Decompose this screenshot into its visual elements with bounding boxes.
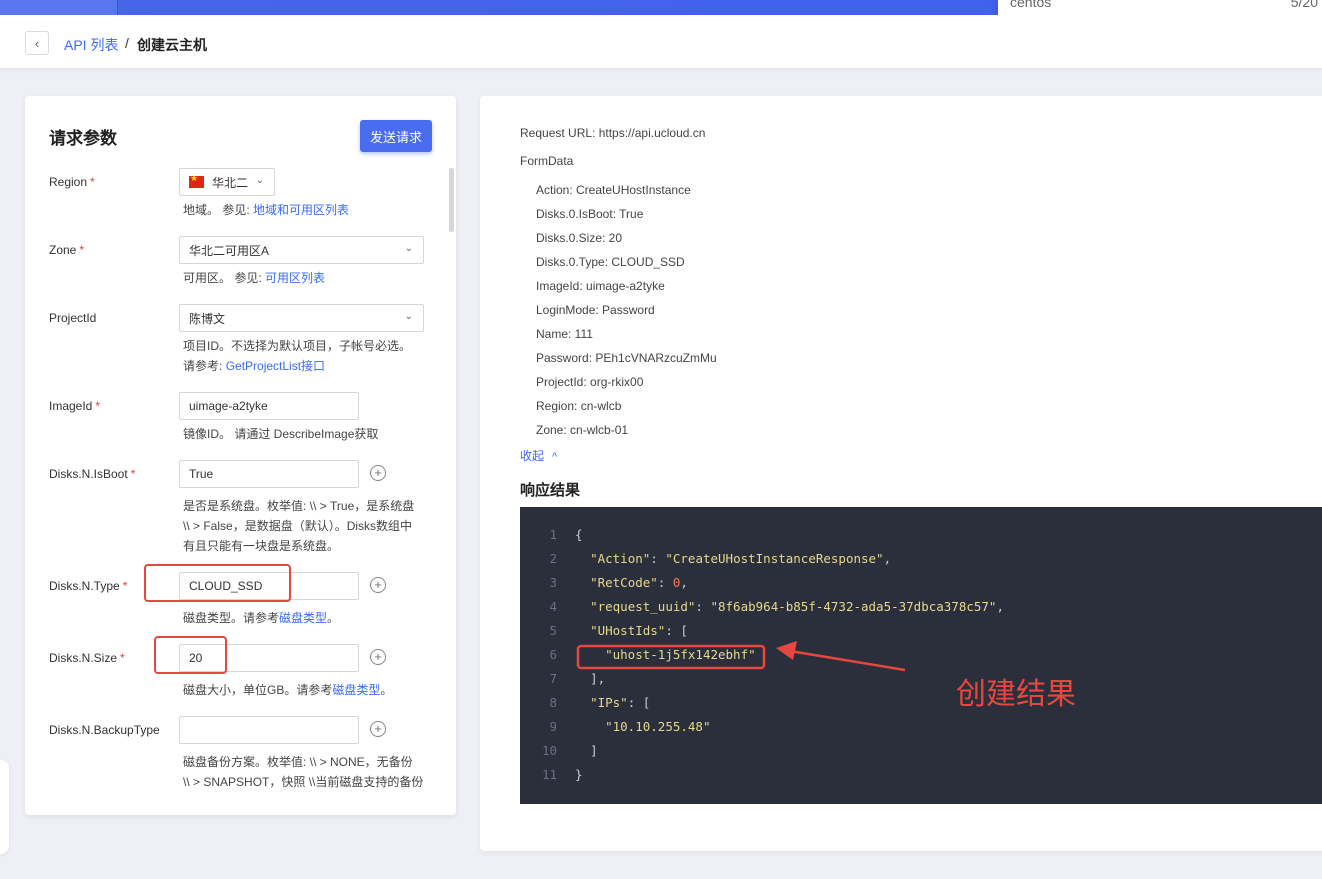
add-disk-type-icon[interactable]: + (370, 577, 386, 593)
region-hint: 地域。 参见: 地域和可用区列表 (183, 203, 350, 217)
disk-size-label: Disks.N.Size * (49, 651, 125, 665)
formdata-item: Name: 111 (536, 327, 593, 341)
chevron-left-icon: ‹ (34, 35, 40, 51)
topbar-logo-area[interactable] (0, 0, 118, 15)
zone-select[interactable]: 华北二可用区A ⌄ (179, 236, 424, 264)
breadcrumb-link-api-list[interactable]: API 列表 (64, 35, 118, 55)
region-select-value: 华北二 (212, 175, 249, 190)
request-url: Request URL: https://api.ucloud.cn (520, 126, 706, 140)
annotation-label: 创建结果 (956, 677, 1076, 712)
breadcrumb-separator: / (125, 35, 129, 51)
popup-right-text: 5/20 (1290, 0, 1318, 10)
code-line: 5 "UHostIds": [ (549, 623, 688, 638)
zone-label: Zone * (49, 243, 85, 257)
isboot-input[interactable]: True (179, 460, 359, 488)
disk-type-hint-link[interactable]: 磁盘类型 (279, 611, 327, 625)
isboot-label: Disks.N.IsBoot * (49, 467, 136, 481)
chevron-down-icon: ⌄ (404, 311, 413, 322)
zone-hint: 可用区。 参见: 可用区列表 (183, 271, 326, 285)
code-line: 4 "request_uuid": "8f6ab964-b85f-4732-ad… (549, 599, 1004, 614)
formdata-item: Zone: cn-wlcb-01 (536, 423, 629, 437)
projectid-select[interactable]: 陈博文 ⌄ (179, 304, 424, 332)
imageid-hint: 镜像ID。 请通过 DescribeImage获取 (183, 427, 379, 441)
panel-title: 请求参数 (49, 129, 117, 148)
isboot-hint: 是否是系统盘。枚举值: \\ > True，是系统盘 \\ > False，是数… (183, 499, 415, 553)
breadcrumb: ‹ API 列表 / 创建云主机 (0, 15, 1322, 69)
add-disk-backup-icon[interactable]: + (370, 721, 386, 737)
projectid-hint-link[interactable]: GetProjectList接口 (226, 359, 325, 373)
projectid-label: ProjectId (49, 311, 97, 325)
code-line: 9 "10.10.255.48" (549, 719, 711, 734)
disk-backup-input[interactable] (179, 716, 359, 744)
disk-type-hint: 磁盘类型。请参考磁盘类型。 (183, 611, 340, 625)
region-hint-link[interactable]: 地域和可用区列表 (253, 203, 349, 217)
chevron-up-icon: ^ (552, 451, 558, 463)
projectid-hint: 项目ID。不选择为默认项目，子帐号必选。 请参考: GetProjectList… (183, 339, 412, 373)
disk-type-label: Disks.N.Type * (49, 579, 128, 593)
zone-select-value: 华北二可用区A (189, 243, 270, 258)
disk-size-hint: 磁盘大小，单位GB。请参考磁盘类型。 (183, 683, 393, 697)
disk-backup-hint: 磁盘备份方案。枚举值: \\ > NONE，无备份 \\ > SNAPSHOT，… (183, 755, 424, 789)
chevron-down-icon: ⌄ (255, 175, 264, 186)
formdata-item: Disks.0.Type: CLOUD_SSD (536, 255, 685, 269)
floating-side-tab[interactable] (0, 760, 9, 854)
send-request-button[interactable]: 发送请求 (360, 120, 432, 152)
formdata-item: Action: CreateUHostInstance (536, 183, 691, 197)
collapse-toggle[interactable]: 收起 ^ (520, 447, 557, 464)
zone-hint-link[interactable]: 可用区列表 (265, 271, 325, 285)
formdata-list: Action: CreateUHostInstance Disks.0.IsBo… (536, 178, 717, 442)
request-params-panel: 请求参数 发送请求 Region* 华北二 ⌄ 地域。 参见: 地域和可用区列表… (25, 96, 456, 815)
response-title: 响应结果 (520, 482, 581, 499)
formdata-item: Region: cn-wlcb (536, 399, 622, 413)
region-select[interactable]: 华北二 ⌄ (179, 168, 275, 196)
response-panel: Request URL: https://api.ucloud.cn FormD… (480, 96, 1322, 851)
add-isboot-icon[interactable]: + (370, 465, 386, 481)
add-disk-size-icon[interactable]: + (370, 649, 386, 665)
formdata-item: LoginMode: Password (536, 303, 655, 317)
formdata-title: FormData (520, 154, 574, 168)
china-flag-icon (189, 173, 204, 188)
code-line: 8 "IPs": [ (549, 695, 651, 710)
back-button[interactable]: ‹ (25, 31, 49, 55)
disk-size-hint-link[interactable]: 磁盘类型 (332, 683, 380, 697)
formdata-item: Password: PEh1cVNARzcuZmMu (536, 351, 717, 365)
code-line: 3 "RetCode": 0, (549, 575, 688, 590)
disk-backup-label: Disks.N.BackupType (49, 723, 160, 737)
region-label: Region * (49, 175, 95, 189)
formdata-item: Disks.0.Size: 20 (536, 231, 623, 245)
imageid-input[interactable]: uimage-a2tyke (179, 392, 359, 420)
code-line: 6 "uhost-1j5fx142ebhf" (549, 647, 756, 662)
response-code-block[interactable]: 1{ 2 "Action": "CreateUHostInstanceRespo… (520, 507, 1322, 804)
formdata-item: Disks.0.IsBoot: True (536, 207, 644, 221)
annotation-highlight-box (144, 564, 291, 602)
popup-left-text: centos (1010, 0, 1052, 10)
imageid-label: ImageId * (49, 399, 101, 413)
formdata-item: ProjectId: org-rkix00 (536, 375, 644, 389)
code-line: 2 "Action": "CreateUHostInstanceResponse… (549, 551, 892, 566)
code-line: 7 ], (549, 671, 606, 686)
formdata-item: ImageId: uimage-a2tyke (536, 279, 665, 293)
chevron-down-icon: ⌄ (404, 243, 413, 254)
breadcrumb-current-page: 创建云主机 (137, 37, 207, 53)
annotation-highlight-box (154, 636, 227, 674)
code-line: 11} (541, 767, 583, 782)
code-line: 10 ] (541, 743, 598, 758)
projectid-select-value: 陈博文 (189, 311, 226, 326)
code-line: 1{ (549, 527, 583, 542)
panel-scrollbar[interactable] (449, 168, 454, 232)
